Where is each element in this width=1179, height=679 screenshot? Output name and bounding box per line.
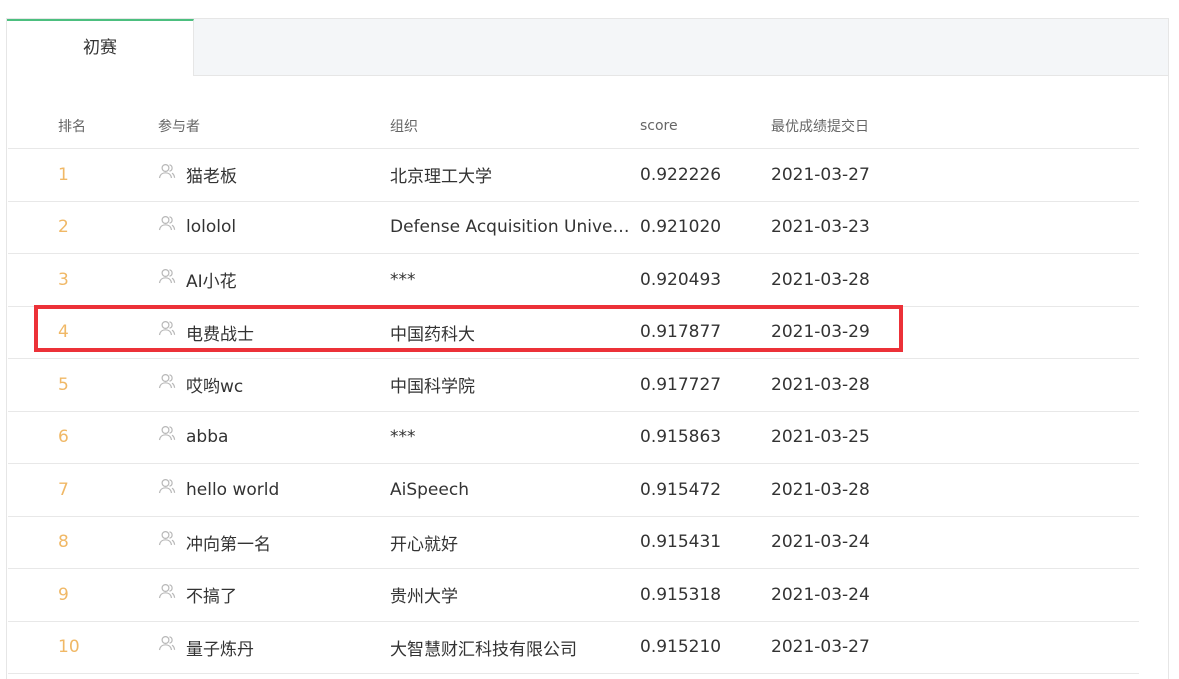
org-name: AiSpeech xyxy=(390,479,469,500)
participant-name[interactable]: 哎哟wc xyxy=(186,372,243,397)
rank-number: 10 xyxy=(58,637,80,658)
score-value: 0.921020 xyxy=(640,217,722,238)
rank-number: 6 xyxy=(58,427,69,448)
table-body: 1 猫老板 北京理工大学 0.922226 2021-03-27 2 lololol Defe… xyxy=(8,149,1139,674)
user-icon xyxy=(158,477,176,495)
submit-date: 2021-03-28 xyxy=(771,269,870,290)
table-row: 2 lololol Defense Acquisition University 0.… xyxy=(8,202,1139,254)
submit-date: 2021-03-23 xyxy=(771,217,870,238)
rank-number: 4 xyxy=(58,322,69,343)
rank-number: 8 xyxy=(58,532,69,553)
rank-number: 1 xyxy=(58,164,69,185)
org-name: Defense Acquisition University xyxy=(390,217,634,238)
submit-date: 2021-03-25 xyxy=(771,427,870,448)
user-icon xyxy=(158,372,176,390)
rank-number: 9 xyxy=(58,584,69,605)
user-icon xyxy=(158,214,176,232)
user-icon xyxy=(158,634,176,652)
header-date: 最优成绩提交日 xyxy=(771,119,869,135)
submit-date: 2021-03-24 xyxy=(771,532,870,553)
leaderboard-panel: 初赛 排名 参与者 组织 score 最优成绩提交日 1 猫老板 北京理工大学 0.9… xyxy=(6,18,1169,679)
submit-date: 2021-03-24 xyxy=(771,584,870,605)
rank-number: 2 xyxy=(58,217,69,238)
table-header: 排名 参与者 组织 score 最优成绩提交日 xyxy=(8,105,1139,149)
table-row: 8 冲向第一名 开心就好 0.915431 2021-03-24 xyxy=(8,517,1139,569)
header-org: 组织 xyxy=(390,119,418,135)
table-row: 4 电费战士 中国药科大 0.917877 2021-03-29 xyxy=(8,307,1139,359)
score-value: 0.917877 xyxy=(640,322,722,343)
score-value: 0.917727 xyxy=(640,374,722,395)
participant-name[interactable]: hello world xyxy=(186,480,279,500)
user-icon xyxy=(158,267,176,285)
user-icon xyxy=(158,582,176,600)
org-name: *** xyxy=(390,269,416,290)
participant-name[interactable]: lololol xyxy=(186,217,236,237)
score-value: 0.915431 xyxy=(640,532,722,553)
submit-date: 2021-03-27 xyxy=(771,637,870,658)
participant-name[interactable]: 冲向第一名 xyxy=(186,530,271,555)
table-row: 1 猫老板 北京理工大学 0.922226 2021-03-27 xyxy=(8,149,1139,202)
participant-name[interactable]: 量子炼丹 xyxy=(186,635,254,660)
org-name: *** xyxy=(390,427,416,448)
org-name: 贵州大学 xyxy=(390,587,458,608)
org-name: 大智慧财汇科技有限公司 xyxy=(390,639,577,660)
header-participant: 参与者 xyxy=(158,119,200,135)
score-value: 0.920493 xyxy=(640,269,722,290)
org-name: 开心就好 xyxy=(390,534,458,555)
table-row: 7 hello world AiSpeech 0.915472 2021-03-28 xyxy=(8,464,1139,517)
participant-name[interactable]: 不搞了 xyxy=(186,582,237,607)
table-row: 5 哎哟wc 中国科学院 0.917727 2021-03-28 xyxy=(8,359,1139,412)
table-row: 10 量子炼丹 大智慧财汇科技有限公司 0.915210 2021-03-27 xyxy=(8,622,1139,674)
user-icon xyxy=(158,424,176,442)
header-rank: 排名 xyxy=(58,119,86,135)
rank-number: 5 xyxy=(58,374,69,395)
user-icon xyxy=(158,319,176,337)
score-value: 0.922226 xyxy=(640,164,722,185)
tab-preliminary[interactable]: 初赛 xyxy=(7,19,194,76)
score-value: 0.915863 xyxy=(640,427,722,448)
org-name: 中国药科大 xyxy=(390,324,475,345)
participant-name[interactable]: 电费战士 xyxy=(186,320,254,345)
submit-date: 2021-03-27 xyxy=(771,164,870,185)
rank-number: 7 xyxy=(58,479,69,500)
header-score: score xyxy=(640,118,678,134)
submit-date: 2021-03-28 xyxy=(771,374,870,395)
table-row: 9 不搞了 贵州大学 0.915318 2021-03-24 xyxy=(8,569,1139,622)
org-name: 中国科学院 xyxy=(390,377,475,398)
tab-bar: 初赛 xyxy=(7,19,1168,76)
score-value: 0.915472 xyxy=(640,479,722,500)
score-value: 0.915210 xyxy=(640,637,722,658)
org-name: 北京理工大学 xyxy=(390,167,492,188)
participant-name[interactable]: AI小花 xyxy=(186,267,237,292)
rank-number: 3 xyxy=(58,269,69,290)
submit-date: 2021-03-28 xyxy=(771,479,870,500)
leaderboard-table: 排名 参与者 组织 score 最优成绩提交日 1 猫老板 北京理工大学 0.9222… xyxy=(8,105,1139,674)
participant-name[interactable]: 猫老板 xyxy=(186,162,237,187)
user-icon xyxy=(158,162,176,180)
user-icon xyxy=(158,529,176,547)
participant-name[interactable]: abba xyxy=(186,427,228,447)
score-value: 0.915318 xyxy=(640,584,722,605)
submit-date: 2021-03-29 xyxy=(771,322,870,343)
table-row: 3 AI小花 *** 0.920493 2021-03-28 xyxy=(8,254,1139,307)
table-row: 6 abba *** 0.915863 2021-03-25 xyxy=(8,412,1139,464)
